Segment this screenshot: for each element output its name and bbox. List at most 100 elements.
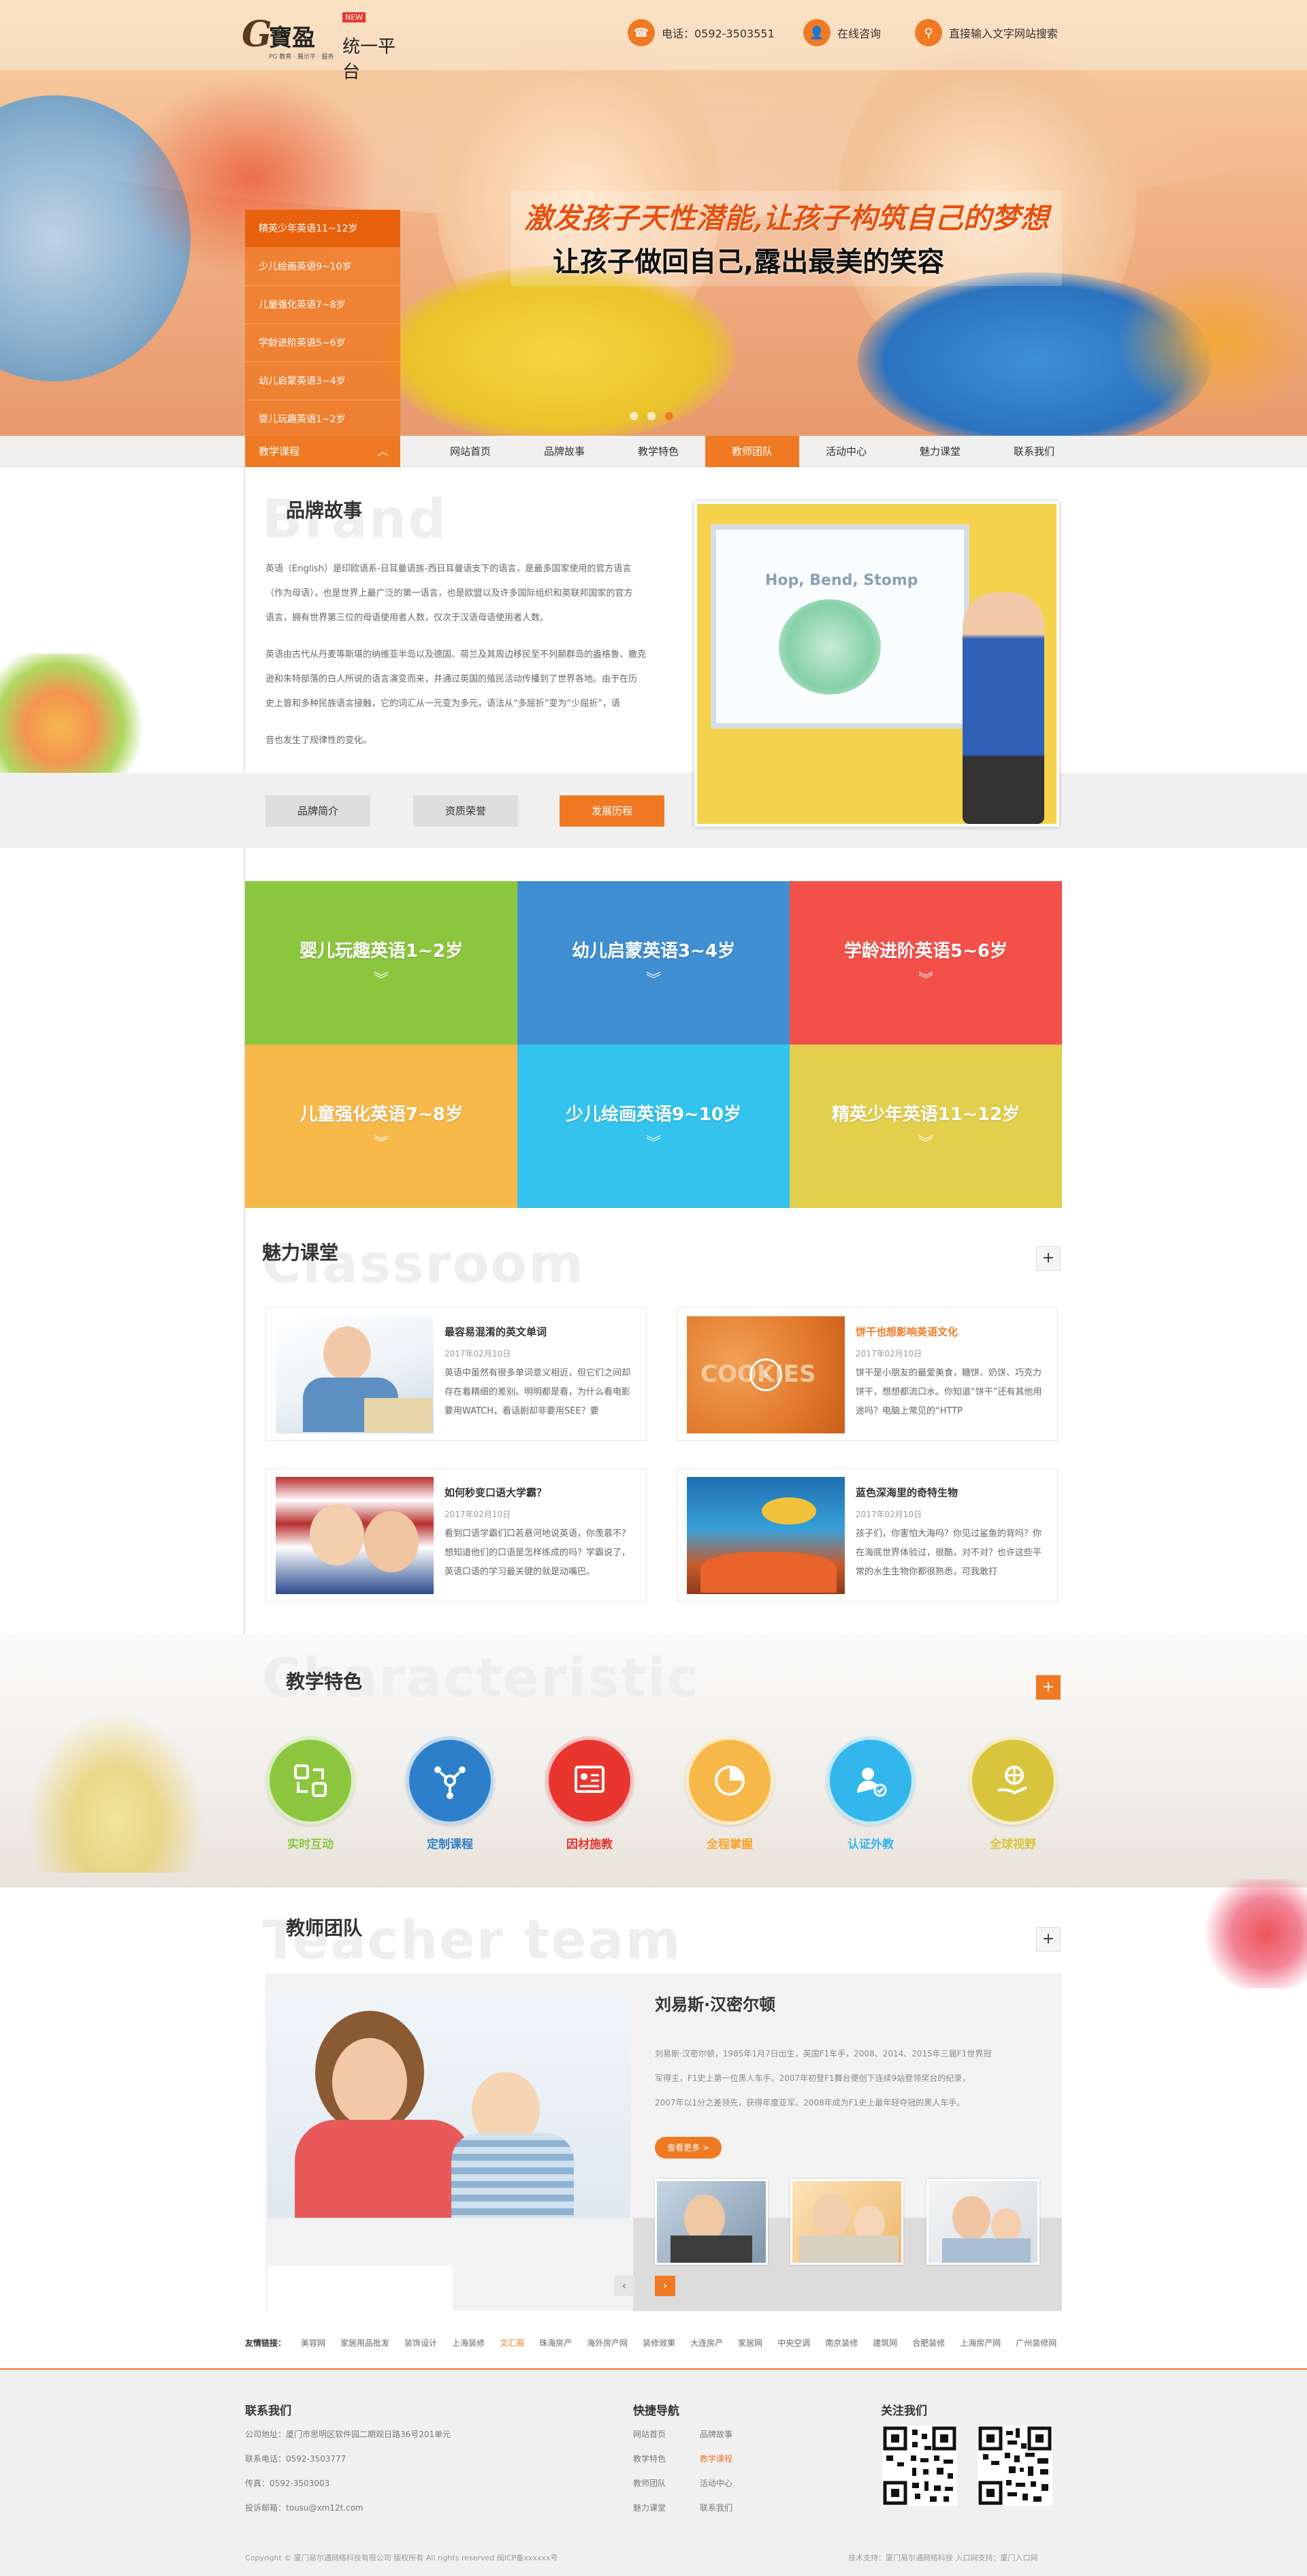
footer-quick-link[interactable]: 网站首页 <box>633 2428 666 2440</box>
article-card[interactable]: 蓝色深海里的奇特生物 2017年02月10日 孩子们，你害怕大海吗？你见过鲨鱼的… <box>677 1468 1058 1602</box>
phone-contact: ☎ 电话：0592-3503551 <box>628 19 775 46</box>
classroom-more-button[interactable]: + <box>1036 1246 1061 1271</box>
footer-quick-link[interactable]: 魅力课堂 <box>633 2502 666 2513</box>
article-title[interactable]: 如何秒变口语大学霸？ <box>445 1485 547 1499</box>
nav-item-brand[interactable]: 品牌故事 <box>517 436 611 467</box>
brand-intro-button[interactable]: 品牌简介 <box>265 795 370 827</box>
article-title[interactable]: 最容易混淆的英文单词 <box>445 1324 547 1339</box>
course-tile-label: 精英少年英语11~12岁 <box>831 1104 1020 1125</box>
carousel-dot[interactable] <box>647 412 656 420</box>
course-tile[interactable]: 儿童强化英语7~8岁 ︾ <box>245 1045 517 1208</box>
side-menu-item[interactable]: 精英少年英语11~12岁 <box>245 210 400 248</box>
friend-link[interactable]: 珠海房产 <box>539 2337 572 2349</box>
friend-link[interactable]: 南京装修 <box>825 2337 858 2349</box>
article-date: 2017年02月10日 <box>856 1510 922 1519</box>
feature-item[interactable]: 因材施教 <box>545 1736 634 1851</box>
teacher-more-plus-button[interactable]: + <box>1036 1927 1061 1952</box>
side-menu-item[interactable]: 幼儿启蒙英语3~4岁 <box>245 362 400 400</box>
online-consult-link[interactable]: 👤 在线咨询 <box>803 19 881 46</box>
teacher-thumbnail[interactable] <box>926 2179 1039 2265</box>
nav-item-contact[interactable]: 联系我们 <box>987 436 1081 467</box>
friend-link[interactable]: 家居用品批发 <box>340 2337 389 2349</box>
photo-caption-area <box>268 2266 453 2311</box>
course-tile[interactable]: 学龄进阶英语5~6岁 ︾ <box>790 881 1062 1045</box>
phone-text: 电话：0592-3503551 <box>662 27 775 40</box>
friend-link[interactable]: 建筑网 <box>873 2337 897 2349</box>
play-icon[interactable]: › <box>749 1358 782 1391</box>
prev-arrow-icon[interactable]: ‹ <box>614 2276 634 2296</box>
course-tile[interactable]: 幼儿启蒙英语3~4岁 ︾ <box>517 881 790 1045</box>
friend-link[interactable]: 装修效果 <box>643 2337 675 2349</box>
friend-link[interactable]: 上海房产网 <box>960 2337 1001 2349</box>
teacher-thumbnail[interactable] <box>790 2179 903 2265</box>
tailored-teaching-icon <box>575 1766 604 1793</box>
article-excerpt: 孩子们，你害怕大海吗？你见过鲨鱼的背吗？你在海底世界体验过，很酷，对不对？也许这… <box>856 1529 1042 1577</box>
friend-link[interactable]: 海外房产网 <box>587 2337 628 2349</box>
footer-quick-link[interactable]: 教学课程 <box>700 2453 732 2464</box>
course-tile[interactable]: 精英少年英语11~12岁 ︾ <box>790 1045 1062 1208</box>
teacher-thumbnail[interactable] <box>655 2179 768 2265</box>
search-box[interactable]: ⚲ 直接输入文字网站搜索 <box>915 19 1058 46</box>
article-card[interactable]: 最容易混淆的英文单词 2017年02月10日 英语中虽然有很多单词意义相近，但它… <box>265 1307 647 1441</box>
friend-link[interactable]: 装饰设计 <box>404 2337 437 2349</box>
feature-item[interactable]: 认证外教 <box>826 1736 915 1851</box>
side-menu-item[interactable]: 少儿绘画英语9~10岁 <box>245 248 400 286</box>
feature-item[interactable]: 全球视野 <box>969 1736 1057 1851</box>
nav-item-teachers[interactable]: 教师团队 <box>705 436 799 467</box>
friend-link[interactable]: 中央空调 <box>777 2337 810 2349</box>
friend-link[interactable]: 广州装修网 <box>1016 2337 1056 2349</box>
chevron-down-icon: ︾ <box>918 971 933 989</box>
carousel-dot[interactable] <box>630 412 638 420</box>
feature-item[interactable]: 定制课程 <box>406 1736 494 1851</box>
friend-link[interactable]: 合肥装修 <box>912 2337 945 2349</box>
article-title[interactable]: 蓝色深海里的奇特生物 <box>856 1485 958 1499</box>
nav-item-features[interactable]: 教学特色 <box>611 436 705 467</box>
brand-title: 品牌故事 <box>286 499 363 522</box>
side-menu-item[interactable]: 儿童强化英语7~8岁 <box>245 286 400 324</box>
next-arrow-icon[interactable]: › <box>655 2276 675 2296</box>
footer-quick-link[interactable]: 品牌故事 <box>700 2428 732 2440</box>
footer-quick-link[interactable]: 联系我们 <box>700 2502 732 2513</box>
teacher-bio-line: 刘易斯·汉密尔顿，1985年1月7日出生，英国F1车手，2008、2014、20… <box>655 2049 992 2058</box>
view-more-button[interactable]: 查看更多 > <box>655 2137 722 2159</box>
article-thumbnail <box>687 1477 845 1594</box>
feature-item[interactable]: 全程掌握 <box>685 1736 774 1851</box>
characteristic-more-button[interactable]: + <box>1036 1675 1061 1700</box>
article-title[interactable]: 饼干也想影响英语文化 <box>856 1324 958 1339</box>
side-menu-item[interactable]: 学龄进阶英语5~6岁 <box>245 324 400 362</box>
course-tile[interactable]: 少儿绘画英语9~10岁 ︾ <box>517 1045 790 1208</box>
friend-link[interactable]: 上海装修 <box>452 2337 485 2349</box>
friend-link[interactable]: 家居网 <box>738 2337 762 2349</box>
side-menu-item[interactable]: 婴儿玩趣英语1~2岁 <box>245 400 400 439</box>
feature-label: 全程掌握 <box>707 1838 753 1851</box>
footer-quick-link[interactable]: 教学特色 <box>633 2453 666 2464</box>
friend-link[interactable]: 文汇阁 <box>500 2337 524 2349</box>
friend-link[interactable]: 美容网 <box>301 2337 325 2349</box>
footer-quick-link[interactable]: 教师团队 <box>633 2477 666 2489</box>
friend-link[interactable]: 大连房产 <box>690 2337 723 2349</box>
footer-follow-title: 关注我们 <box>881 2404 927 2418</box>
history-button[interactable]: 发展历程 <box>560 795 664 827</box>
nav-item-events[interactable]: 活动中心 <box>799 436 893 467</box>
course-category-toggle[interactable]: 教学课程 ︿ <box>245 436 400 467</box>
feature-label: 全球视野 <box>990 1838 1036 1851</box>
brand-text-line: 语言，拥有世界第三位的母语使用者人数，仅次于汉语母语使用者人数。 <box>265 613 549 623</box>
hero-slogan-main: 激发孩子天性潜能,让孩子构筑自己的梦想 <box>524 202 1049 235</box>
qr-code-weibo <box>978 2426 1052 2506</box>
footer-quick-link[interactable]: 活动中心 <box>700 2477 732 2489</box>
feature-item[interactable]: 实时互动 <box>266 1736 355 1851</box>
consult-text: 在线咨询 <box>837 27 882 40</box>
footer-contact-title: 联系我们 <box>245 2404 291 2418</box>
nav-item-home[interactable]: 网站首页 <box>423 436 517 467</box>
site-logo[interactable]: G 寶盈 NEW 统一平台 PG 教育 · 展示平 · 服务 <box>242 10 412 82</box>
honors-button[interactable]: 资质荣誉 <box>413 795 518 827</box>
article-card[interactable]: COOKIES › 饼干也想影响英语文化 2017年02月10日 饼干是小朋友的… <box>677 1307 1058 1441</box>
user-icon: 👤 <box>803 19 830 46</box>
course-tile[interactable]: 婴儿玩趣英语1~2岁 ︾ <box>245 881 517 1045</box>
teacher-bio-line: 2007年以1分之差领先，获得年度亚军。2008年成为F1史上最年轻夺冠的黑人车… <box>655 2098 965 2108</box>
carousel-dot-active[interactable] <box>665 412 673 420</box>
search-icon[interactable]: ⚲ <box>915 19 942 46</box>
footer-contact-line: 投诉邮箱：tousu@xm12t.com <box>245 2503 364 2513</box>
nav-item-classroom[interactable]: 魅力课堂 <box>893 436 987 467</box>
article-card[interactable]: 如何秒变口语大学霸？ 2017年02月10日 看到口语学霸们口若悬河地说英语，你… <box>265 1468 647 1602</box>
